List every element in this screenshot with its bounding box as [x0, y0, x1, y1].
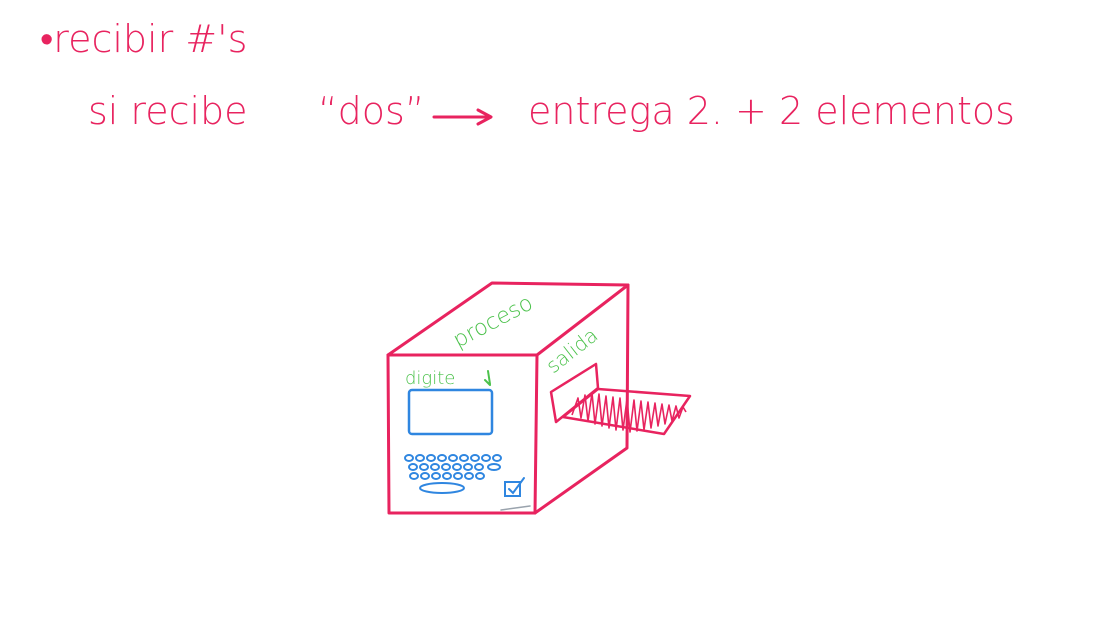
machine-diagram: proceso salida digite: [386, 281, 692, 515]
keyboard-icon: [404, 454, 502, 494]
shadow-mark: [500, 505, 531, 511]
down-arrow-icon: [484, 370, 491, 386]
note-line-2-result: entrega 2. + 2 elementos: [528, 89, 1015, 133]
machine-top-label: proceso: [449, 291, 537, 354]
note-line-2-prefix: si recibe: [88, 89, 248, 133]
machine-screen: [407, 388, 494, 436]
notes: •recibir #'s si recibe “dos” entrega 2. …: [40, 17, 1015, 133]
note-line-2-quote: “dos”: [318, 89, 425, 133]
machine-side-label: salida: [541, 323, 602, 378]
checkbox-icon: [504, 477, 525, 497]
note-line-1: •recibir #'s: [40, 17, 247, 61]
machine-front-label: digite: [405, 368, 455, 389]
arrow-icon: [432, 108, 493, 126]
whiteboard-canvas: •recibir #'s si recibe “dos” entrega 2. …: [40, 17, 1015, 515]
